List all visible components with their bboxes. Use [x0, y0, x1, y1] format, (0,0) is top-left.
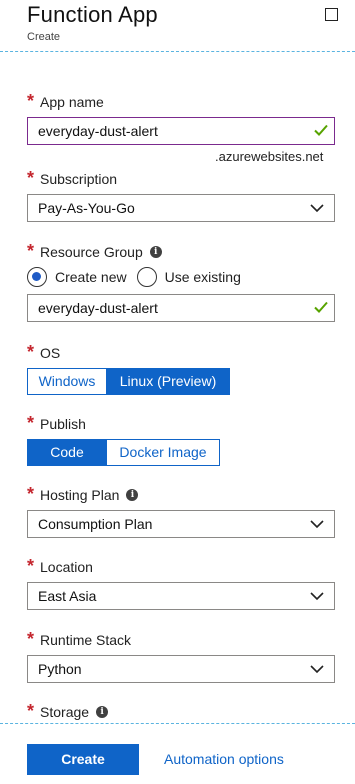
footer-divider: [0, 723, 355, 724]
automation-options-link[interactable]: Automation options: [164, 751, 284, 767]
publish-docker-button[interactable]: Docker Image: [107, 439, 220, 466]
required-asterisk-icon: *: [27, 168, 35, 188]
os-toggle: Windows Linux (Preview): [27, 368, 230, 395]
required-asterisk-icon: *: [27, 484, 35, 504]
page-subtitle: Create: [27, 31, 61, 43]
runtime-stack-dropdown[interactable]: Python: [27, 655, 335, 683]
runtime-stack-label: * Runtime Stack: [27, 629, 132, 649]
chevron-down-icon: [310, 592, 324, 601]
app-name-label: * App name: [27, 91, 104, 111]
header-divider: [0, 51, 355, 52]
location-dropdown[interactable]: East Asia: [27, 582, 335, 610]
required-asterisk-icon: *: [27, 413, 35, 433]
valid-check-icon: [314, 301, 328, 313]
chevron-down-icon: [310, 204, 324, 213]
valid-check-icon: [314, 124, 328, 136]
publish-label: * Publish: [27, 413, 86, 433]
domain-suffix: .azurewebsites.net: [215, 149, 324, 164]
required-asterisk-icon: *: [27, 342, 35, 362]
os-linux-button[interactable]: Linux (Preview): [107, 368, 230, 395]
required-asterisk-icon: *: [27, 701, 35, 721]
radio-selected-icon: [27, 267, 47, 287]
hosting-plan-dropdown[interactable]: Consumption Plan: [27, 510, 335, 538]
storage-label: * Storage i: [27, 701, 109, 721]
page-title: Function App: [27, 2, 158, 27]
resource-group-label: * Resource Group i: [27, 241, 162, 261]
os-windows-button[interactable]: Windows: [27, 368, 107, 395]
radio-create-new[interactable]: Create new: [27, 267, 127, 287]
required-asterisk-icon: *: [27, 91, 35, 111]
radio-use-existing[interactable]: Use existing: [136, 267, 241, 287]
chevron-down-icon: [310, 520, 324, 529]
resource-group-input[interactable]: everyday-dust-alert: [27, 294, 335, 322]
info-icon[interactable]: i: [149, 246, 162, 258]
app-name-input[interactable]: everyday-dust-alert: [27, 117, 335, 145]
resource-group-radio-group: Create new Use existing: [27, 266, 251, 288]
subscription-dropdown[interactable]: Pay-As-You-Go: [27, 194, 335, 222]
os-label: * OS: [27, 342, 61, 362]
required-asterisk-icon: *: [27, 629, 35, 649]
blade-header: Function App Create: [0, 0, 355, 52]
subscription-label: * Subscription: [27, 168, 118, 188]
publish-code-button[interactable]: Code: [27, 439, 107, 466]
required-asterisk-icon: *: [27, 241, 35, 261]
chevron-down-icon: [310, 665, 324, 674]
function-app-create-blade: Function App Create * App name everyday-…: [0, 0, 355, 784]
create-button[interactable]: Create: [27, 744, 139, 775]
hosting-plan-label: * Hosting Plan i: [27, 484, 139, 504]
publish-toggle: Code Docker Image: [27, 439, 220, 466]
info-icon[interactable]: i: [96, 706, 109, 718]
location-label: * Location: [27, 556, 93, 576]
maximize-icon[interactable]: [325, 8, 338, 21]
radio-unselected-icon: [136, 267, 157, 287]
info-icon[interactable]: i: [126, 489, 139, 501]
required-asterisk-icon: *: [27, 556, 35, 576]
